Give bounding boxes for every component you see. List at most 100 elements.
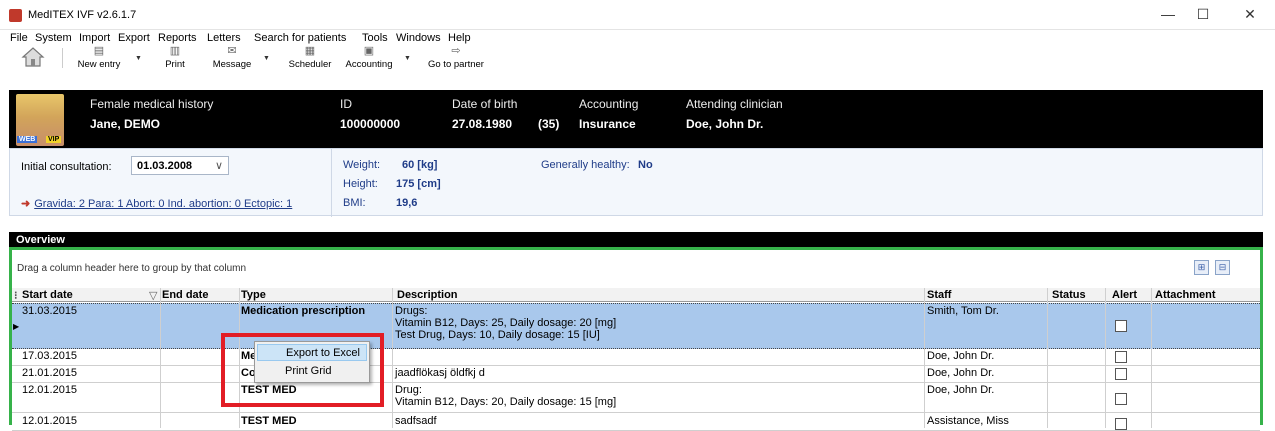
obstetric-history-text: Gravida: 2 Para: 1 Abort: 0 Ind. abortio… [34, 198, 293, 210]
maximize-button[interactable]: ☐ [1188, 6, 1218, 23]
column-alert[interactable]: Alert [1112, 289, 1137, 301]
highlight-annotation [221, 333, 384, 407]
alert-checkbox[interactable] [1115, 320, 1127, 332]
column-type[interactable]: Type [241, 289, 266, 301]
obstetric-history-link[interactable]: ➜ Gravida: 2 Para: 1 Abort: 0 Ind. aborti… [21, 197, 292, 210]
accounting-dropdown-icon[interactable]: ▼ [404, 55, 411, 62]
bmi-value: 19,6 [396, 197, 418, 209]
print-button[interactable]: ▥ Print [160, 46, 190, 71]
cell-description-line: sadfsadf [395, 415, 437, 427]
menu-windows[interactable]: Windows [396, 32, 441, 44]
patient-id: 100000000 [340, 117, 401, 131]
row-indicator-icon: ▶ [13, 322, 20, 331]
cell-description-line: jaadflökasj öldfkj d [395, 367, 485, 379]
message-icon: ✉ [227, 45, 237, 57]
patient-accounting: Insurance [579, 117, 636, 131]
new-entry-icon: ▤ [93, 45, 105, 57]
attending-clinician: Doe, John Dr. [686, 117, 764, 131]
vip-badge: VIP [46, 136, 62, 143]
vitals-divider [331, 149, 332, 217]
cell-type: Medication prescription [241, 305, 366, 317]
id-label: ID [340, 97, 352, 111]
table-row-selected[interactable]: ▶ 31.03.2015 Medication prescription Dru… [12, 303, 1260, 349]
alert-checkbox[interactable] [1115, 351, 1127, 363]
column-end-date[interactable]: End date [162, 289, 208, 301]
table-row[interactable]: 21.01.2015 Co jaadflökasj öldfkj d Doe, … [12, 366, 1260, 383]
menu-system[interactable]: System [35, 32, 72, 44]
table-row[interactable]: 12.01.2015 TEST MED Drug: Vitamin B12, D… [12, 383, 1260, 413]
sort-icon: ▽ [149, 290, 158, 302]
cell-description-line: Vitamin B12, Days: 20, Daily dosage: 15 … [395, 396, 617, 408]
column-divider [924, 288, 925, 428]
window-title: MedITEX IVF v2.6.1.7 [28, 9, 137, 21]
group-by-hint: Drag a column header here to group by th… [17, 263, 247, 274]
cell-staff: Doe, John Dr. [927, 367, 995, 379]
overview-grid: Drag a column header here to group by th… [9, 247, 1263, 431]
menu-tools[interactable]: Tools [362, 32, 388, 44]
collapse-all-icon[interactable]: ⊟ [1215, 260, 1230, 275]
cell-type: TEST MED [241, 415, 297, 427]
accounting-label: Accounting [345, 59, 393, 70]
message-button[interactable]: ✉ Message [212, 45, 252, 71]
generally-healthy-label: Generally healthy: [541, 159, 630, 171]
column-attachment[interactable]: Attachment [1155, 289, 1216, 301]
column-divider [160, 288, 161, 428]
initial-consultation-date-picker[interactable]: 01.03.2008 ∨ [131, 156, 229, 175]
initial-consultation-value: 01.03.2008 [137, 160, 193, 172]
cell-staff: Doe, John Dr. [927, 384, 995, 396]
patient-age: (35) [538, 117, 560, 131]
patient-header: WEB VIP Female medical history Jane, DEM… [9, 90, 1263, 148]
column-start-date[interactable]: Start date [22, 289, 73, 301]
menu-help[interactable]: Help [448, 32, 471, 44]
expand-all-icon[interactable]: ⊞ [1194, 260, 1209, 275]
menu-search-for-patients[interactable]: Search for patients [254, 32, 346, 44]
height-value: 175 [cm] [396, 178, 441, 190]
table-row[interactable]: 17.03.2015 Me Doe, John Dr. [12, 349, 1260, 366]
go-to-partner-button[interactable]: ⇨ Go to partner [426, 45, 486, 71]
column-chooser-icon[interactable]: ⁝ [14, 289, 18, 302]
cell-start-date: 17.03.2015 [22, 350, 78, 362]
toolbar-separator [62, 48, 63, 68]
menu-import[interactable]: Import [79, 32, 110, 44]
minimize-button[interactable]: — [1153, 6, 1183, 22]
table-row[interactable]: 12.01.2015 TEST MED sadfsadf Assistance,… [12, 414, 1260, 431]
patient-dob: 27.08.1980 [452, 117, 513, 131]
close-button[interactable]: ✕ [1235, 6, 1265, 23]
cell-staff: Doe, John Dr. [927, 350, 995, 362]
record-type-label: Female medical history [90, 97, 214, 111]
grid-header: ⁝ Start date ▽ End date Type Description… [12, 288, 1260, 302]
column-description[interactable]: Description [397, 289, 458, 301]
calendar-icon: ▦ [304, 45, 316, 57]
title-bar: MedITEX IVF v2.6.1.7 — ☐ ✕ [0, 0, 1275, 30]
vitals-panel: Initial consultation: 01.03.2008 ∨ ➜ Grav… [9, 148, 1263, 217]
cell-start-date: 31.03.2015 [22, 305, 78, 317]
alert-checkbox[interactable] [1115, 393, 1127, 405]
clinician-label: Attending clinician [686, 97, 783, 111]
new-entry-button[interactable]: ▤ New entry [74, 45, 124, 71]
home-button[interactable] [18, 46, 48, 70]
column-divider [392, 288, 393, 428]
partner-arrow-icon: ⇨ [451, 45, 461, 57]
cell-start-date: 12.01.2015 [22, 415, 78, 427]
menu-bar: File System Import Export Reports Letter… [0, 30, 1275, 46]
accounting-icon: ▣ [363, 45, 375, 57]
accounting-header-label: Accounting [579, 97, 639, 111]
cell-start-date: 12.01.2015 [22, 384, 78, 396]
menu-letters[interactable]: Letters [207, 32, 241, 44]
column-staff[interactable]: Staff [927, 289, 951, 301]
alert-checkbox[interactable] [1115, 418, 1127, 430]
web-badge: WEB [17, 136, 38, 143]
scheduler-button[interactable]: ▦ Scheduler [285, 45, 335, 71]
weight-value: 60 [kg] [402, 159, 438, 171]
alert-checkbox[interactable] [1115, 368, 1127, 380]
new-entry-dropdown-icon[interactable]: ▼ [135, 55, 142, 62]
message-dropdown-icon[interactable]: ▼ [263, 55, 270, 62]
accounting-button[interactable]: ▣ Accounting [344, 45, 394, 71]
menu-reports[interactable]: Reports [158, 32, 197, 44]
column-status[interactable]: Status [1052, 289, 1086, 301]
menu-file[interactable]: File [10, 32, 28, 44]
go-to-partner-label: Go to partner [428, 59, 484, 70]
menu-export[interactable]: Export [118, 32, 150, 44]
column-divider [1151, 288, 1152, 428]
print-label: Print [165, 59, 185, 70]
